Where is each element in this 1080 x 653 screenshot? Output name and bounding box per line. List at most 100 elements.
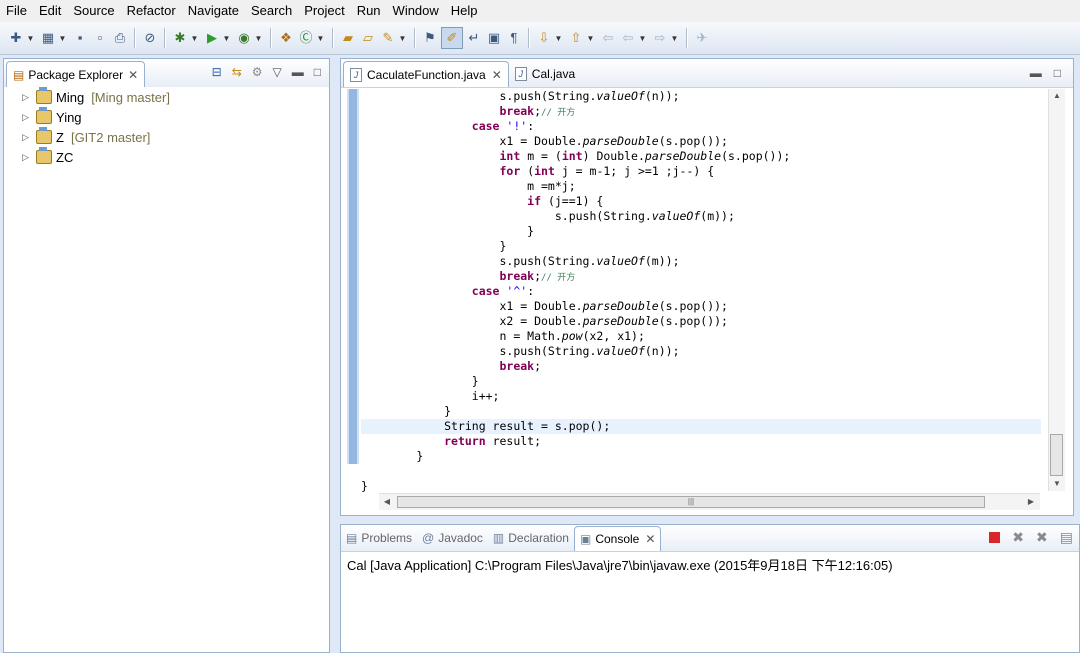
menu-window[interactable]: Window: [387, 0, 445, 22]
save-icon[interactable]: ▪: [71, 29, 89, 47]
expand-icon[interactable]: ▷: [22, 132, 32, 143]
menu-file[interactable]: File: [0, 0, 33, 22]
minimize-icon[interactable]: ▬: [292, 64, 304, 80]
code-line: case '^':: [471, 284, 535, 298]
menu-edit[interactable]: Edit: [33, 0, 67, 22]
external-tools-icon[interactable]: ◉: [235, 29, 253, 47]
debug-dropdown[interactable]: ▼: [190, 34, 199, 43]
horizontal-scroll-thumb[interactable]: |||: [397, 496, 985, 508]
menu-search[interactable]: Search: [245, 0, 298, 22]
toolbar-separator: [332, 28, 334, 48]
horizontal-scrollbar[interactable]: ◀ ||| ▶: [379, 493, 1040, 510]
search-dropdown[interactable]: ▼: [398, 34, 407, 43]
expand-icon[interactable]: ▷: [22, 112, 32, 123]
new-java-element-dropdown[interactable]: ▼: [58, 34, 67, 43]
show-whitespace-icon[interactable]: ¶: [505, 29, 523, 47]
code-line: }: [361, 224, 535, 238]
toggle-mark-occurrences-icon[interactable]: ✐: [441, 27, 463, 49]
run-dropdown[interactable]: ▼: [222, 34, 231, 43]
back-icon[interactable]: ⇦: [619, 29, 637, 47]
open-task-icon[interactable]: ⚑: [421, 29, 439, 47]
remove-launch-icon[interactable]: ✖: [1012, 530, 1024, 544]
view-menu-icon[interactable]: ▽: [273, 64, 282, 80]
scroll-down-icon[interactable]: ▼: [1049, 479, 1065, 488]
previous-annotation-dropdown[interactable]: ▼: [586, 34, 595, 43]
java-file-icon: J: [350, 67, 362, 82]
code-line: for (int j = m-1; j >=1 ;j--) {: [499, 164, 715, 178]
block-selection-icon[interactable]: ▣: [485, 29, 503, 47]
project-ying[interactable]: ▷ Ying: [22, 107, 82, 127]
main-toolbar: ✚ ▼ ▦ ▼ ▪ ▫ ⎙ ⊘ ✱ ▼ ▶ ▼ ◉ ▼ ❖ Ⓒ ▼ ▰ ▱ ✎ ▼ ⚑ ✐ ↵…: [0, 22, 1080, 55]
tab-javadoc[interactable]: @ Javadoc: [417, 526, 488, 550]
scroll-right-icon[interactable]: ▶: [1023, 497, 1039, 506]
new-java-element-icon[interactable]: ▦: [39, 29, 57, 47]
minimize-icon[interactable]: ▬: [1030, 65, 1042, 81]
external-tools-dropdown[interactable]: ▼: [254, 34, 263, 43]
focus-task-icon[interactable]: ⚙: [252, 64, 263, 80]
code-line: s.push(String.valueOf(n));: [361, 344, 680, 358]
code-line: m =m*j;: [361, 179, 576, 193]
next-annotation-icon[interactable]: ⇩: [535, 29, 553, 47]
close-icon[interactable]: ✕: [645, 532, 655, 546]
code-line: }: [361, 479, 368, 493]
expand-icon[interactable]: ▷: [22, 92, 32, 103]
new-dropdown[interactable]: ▼: [26, 34, 35, 43]
code-area[interactable]: s.push(String.valueOf(n)); break;// 开方 c…: [361, 89, 1041, 494]
last-edit-icon[interactable]: ⇦: [599, 29, 617, 47]
forward-dropdown[interactable]: ▼: [670, 34, 679, 43]
word-wrap-icon[interactable]: ↵: [465, 29, 483, 47]
expand-icon[interactable]: ▷: [22, 152, 32, 163]
maximize-icon[interactable]: □: [1054, 65, 1061, 81]
save-all-icon[interactable]: ▫: [91, 29, 109, 47]
vertical-scroll-thumb[interactable]: [1050, 434, 1063, 476]
toolbar-separator: [686, 28, 688, 48]
scroll-up-icon[interactable]: ▲: [1049, 91, 1065, 100]
debug-icon[interactable]: ✱: [171, 29, 189, 47]
pin-editor-icon[interactable]: ✈: [693, 29, 711, 47]
tab-declaration[interactable]: ▥ Declaration: [488, 526, 574, 550]
tab-package-explorer[interactable]: ▤ Package Explorer ✕: [6, 61, 146, 87]
project-z[interactable]: ▷ Z [GIT2 master]: [22, 127, 150, 147]
search-icon[interactable]: ✎: [379, 29, 397, 47]
console-menu-icon[interactable]: ▤: [1060, 530, 1073, 544]
tab-problems[interactable]: ▤ Problems: [341, 526, 417, 550]
vertical-scrollbar[interactable]: ▲ ▼: [1048, 89, 1065, 491]
maximize-icon[interactable]: □: [314, 64, 321, 80]
java-editor: J CaculateFunction.java ✕ J Cal.java ▬ □…: [340, 58, 1074, 516]
close-icon[interactable]: ✕: [128, 68, 138, 82]
skip-breakpoints-icon[interactable]: ⊘: [141, 29, 159, 47]
back-dropdown[interactable]: ▼: [638, 34, 647, 43]
menu-run[interactable]: Run: [351, 0, 387, 22]
print-icon[interactable]: ⎙: [111, 29, 129, 47]
menu-refactor[interactable]: Refactor: [121, 0, 182, 22]
new-class-icon[interactable]: Ⓒ: [297, 29, 315, 47]
link-with-editor-icon[interactable]: ⇆: [232, 64, 242, 80]
project-name: Z: [56, 129, 64, 145]
project-zc[interactable]: ▷ ZC: [22, 147, 73, 167]
collapse-all-icon[interactable]: ⊟: [212, 64, 222, 80]
new-icon[interactable]: ✚: [7, 29, 25, 47]
project-ming[interactable]: ▷ Ming [Ming master]: [22, 87, 170, 107]
menu-help[interactable]: Help: [445, 0, 484, 22]
menu-source[interactable]: Source: [67, 0, 120, 22]
package-explorer-view: ▤ Package Explorer ✕ ⊟ ⇆ ⚙ ▽ ▬ □ ▷ Ming [M…: [3, 58, 330, 653]
next-annotation-dropdown[interactable]: ▼: [554, 34, 563, 43]
previous-annotation-icon[interactable]: ⇧: [567, 29, 585, 47]
new-class-dropdown[interactable]: ▼: [316, 34, 325, 43]
package-explorer-icon: ▤: [13, 67, 25, 82]
terminate-icon[interactable]: [989, 531, 1001, 543]
open-folder-icon[interactable]: ▱: [359, 29, 377, 47]
forward-icon[interactable]: ⇨: [651, 29, 669, 47]
open-type-icon[interactable]: ▰: [339, 29, 357, 47]
bottom-view-tabs: ▤ Problems @ Javadoc ▥ Declaration ▣ Console ✕ ✖…: [341, 525, 1079, 552]
scroll-left-icon[interactable]: ◀: [379, 497, 395, 506]
menu-project[interactable]: Project: [298, 0, 350, 22]
tab-console[interactable]: ▣ Console ✕: [573, 525, 662, 551]
new-java-project-icon[interactable]: ❖: [277, 29, 295, 47]
run-icon[interactable]: ▶: [203, 29, 221, 47]
tab-caculatefunction-java[interactable]: J CaculateFunction.java ✕: [343, 61, 509, 87]
tab-cal-java[interactable]: J Cal.java: [509, 61, 587, 87]
menu-navigate[interactable]: Navigate: [182, 0, 245, 22]
close-icon[interactable]: ✕: [492, 68, 502, 82]
remove-all-terminated-icon[interactable]: ✖: [1036, 530, 1048, 544]
